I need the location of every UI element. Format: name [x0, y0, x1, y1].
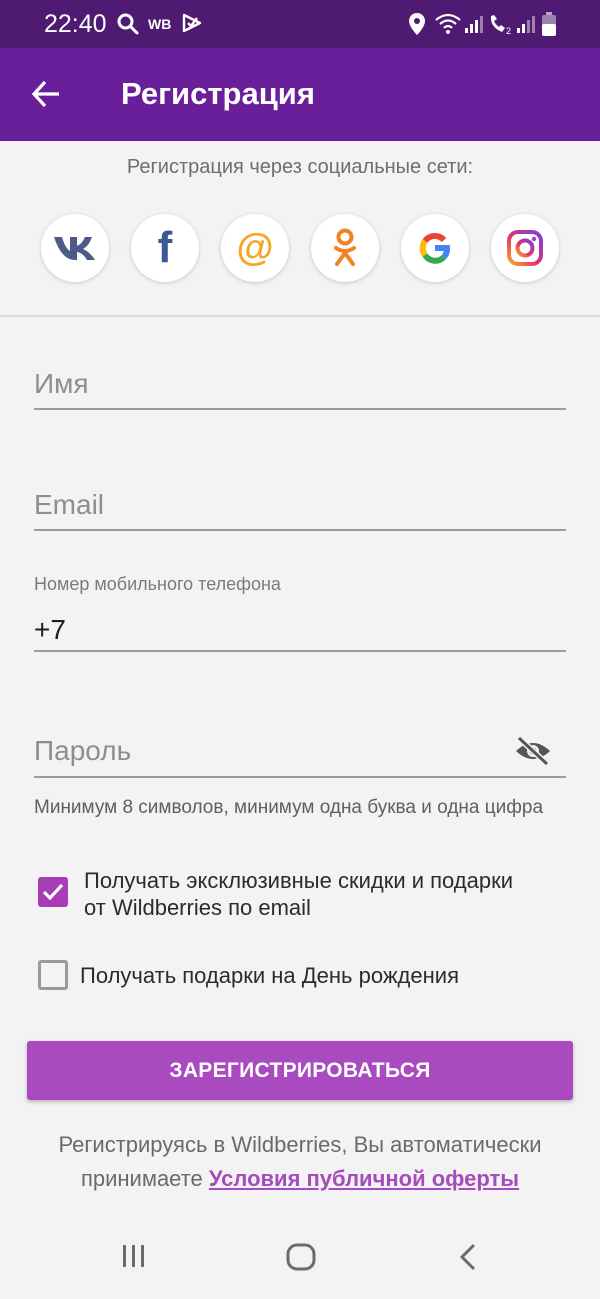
- phone-value: +7: [34, 614, 66, 645]
- password-placeholder: Пароль: [34, 735, 132, 766]
- name-placeholder: Имя: [34, 368, 89, 399]
- vk-icon: [54, 237, 95, 260]
- mail-icon: @: [236, 227, 274, 269]
- discounts-label-line2: от Wildberries по email: [84, 895, 311, 920]
- tick-icon: [182, 13, 202, 33]
- email-placeholder: Email: [34, 489, 105, 520]
- visibility-off-icon[interactable]: [514, 735, 552, 767]
- instagram-icon: [507, 230, 543, 266]
- page-title: Регистрация: [121, 76, 315, 111]
- google-icon: [419, 232, 451, 264]
- discounts-checkbox-label[interactable]: Получать эксклюзивные скидки и подарки о…: [84, 867, 513, 921]
- svg-text:2: 2: [506, 26, 511, 35]
- email-field[interactable]: Email: [34, 480, 566, 532]
- back-icon[interactable]: [456, 1241, 480, 1273]
- name-underline: [34, 408, 566, 410]
- call-signal-icon: 2: [490, 15, 511, 35]
- wb-icon: WB: [148, 16, 172, 32]
- location-icon: [409, 13, 425, 35]
- facebook-login-button[interactable]: f: [131, 214, 199, 282]
- phone-field[interactable]: Номер мобильного телефона +7: [34, 572, 566, 654]
- search-icon: [117, 13, 139, 35]
- birthday-checkbox-label[interactable]: Получать подарки на День рождения: [80, 962, 459, 989]
- terms-line1: Регистрируясь в Wildberries, Вы автомати…: [58, 1132, 542, 1157]
- system-nav-bar: [0, 1219, 600, 1299]
- wifi-icon: [435, 13, 461, 34]
- phone-label: Номер мобильного телефона: [34, 574, 281, 594]
- name-field[interactable]: Имя: [34, 360, 566, 412]
- birthday-checkbox[interactable]: [38, 960, 68, 990]
- public-offer-link[interactable]: Условия публичной оферты: [209, 1166, 519, 1191]
- status-bar: 22:40 WB 2: [0, 0, 600, 48]
- google-login-button[interactable]: [401, 214, 469, 282]
- home-icon[interactable]: [285, 1241, 317, 1273]
- arrow-back-icon[interactable]: [28, 76, 64, 112]
- status-time: 22:40: [44, 10, 107, 38]
- password-underline: [34, 776, 566, 778]
- terms-line2: принимаете Условия публичной оферты: [0, 1162, 600, 1196]
- recent-apps-icon[interactable]: [120, 1241, 148, 1271]
- register-button[interactable]: ЗАРЕГИСТРИРОВАТЬСЯ: [27, 1041, 573, 1100]
- odnoklassniki-login-button[interactable]: [311, 214, 379, 282]
- mail-login-button[interactable]: @: [221, 214, 289, 282]
- password-hint: Минимум 8 символов, минимум одна буква и…: [34, 797, 544, 818]
- password-field[interactable]: Пароль: [34, 725, 566, 780]
- odnoklassniki-icon: [334, 228, 356, 266]
- discounts-checkbox[interactable]: [38, 877, 68, 907]
- section-divider: [0, 315, 600, 317]
- signal-icon: [465, 16, 483, 33]
- instagram-login-button[interactable]: [491, 214, 559, 282]
- vk-login-button[interactable]: [41, 214, 109, 282]
- terms-prefix: принимаете: [80, 1166, 209, 1191]
- phone-underline: [34, 650, 566, 652]
- check-icon: [42, 883, 64, 901]
- app-bar: Регистрация: [0, 48, 600, 141]
- battery-icon: [542, 12, 556, 36]
- terms-text: Регистрируясь в Wildberries, Вы автомати…: [0, 1128, 600, 1196]
- facebook-icon: f: [157, 223, 173, 272]
- discounts-label-line1: Получать эксклюзивные скидки и подарки: [84, 868, 514, 893]
- social-caption: Регистрация через социальные сети:: [126, 156, 474, 178]
- email-underline: [34, 529, 566, 531]
- signal-2-icon: [517, 16, 535, 33]
